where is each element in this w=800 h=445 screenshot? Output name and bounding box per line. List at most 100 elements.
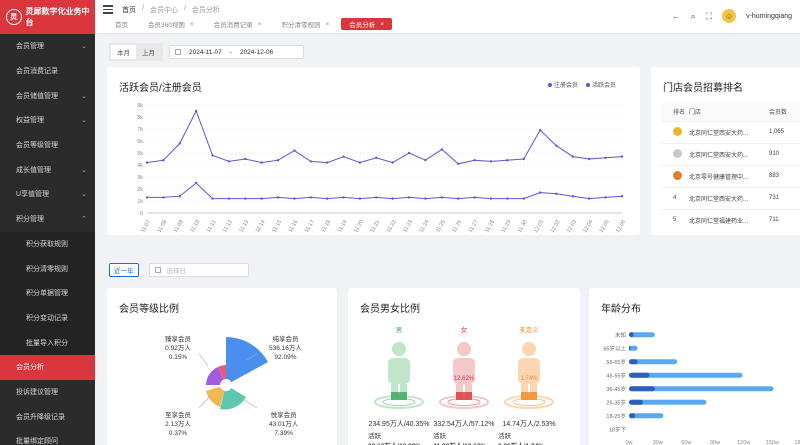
sidebar-item-label: 批量绑定顾问 (16, 438, 58, 445)
data-point (227, 160, 231, 163)
sidebar-item-4[interactable]: 会员等级管理 (0, 133, 95, 158)
gender-col-0: 男 234.95万人/40.35% 活跃32.63万人/13.89% (368, 324, 430, 445)
main-content: 本月 上月 2024-11-07 - 2024-12-06 活跃会员/注册会员 … (95, 34, 800, 445)
sidebar-item-label: 积分单据管理 (26, 290, 68, 298)
data-point (162, 159, 165, 162)
brand-bar[interactable]: 灵 灵犀数字化业务中台 (0, 0, 95, 34)
gender-ratio-card: 会员男女比例 男234.95万人/40.35%活跃32.63万人/13.89%女… (348, 288, 580, 445)
age-x-tick: 180w (794, 440, 800, 445)
sidebar-item-3[interactable]: 权益管理 ⌄ (0, 108, 95, 133)
header-actions: ← ⌕ ⛶ ☺ v-humingqiang (672, 9, 792, 23)
sidebar-item-6[interactable]: U享值管理 ⌄ (0, 182, 95, 207)
gender-col-2: 未定义 1.74% 14.74万人/2.53% 活跃0.26万人/1.74% (498, 324, 560, 445)
tab-1[interactable]: 会员360视图 × (140, 18, 202, 30)
age-x-tick: 90w (710, 440, 720, 445)
x-tick-label: 11.22 (386, 219, 398, 234)
close-icon[interactable]: × (190, 21, 194, 28)
sidebar-item-0[interactable]: 会员管理 ⌄ (0, 34, 95, 59)
sidebar-item-5[interactable]: 成长值管理 ⌄ (0, 157, 95, 182)
breadcrumb-item[interactable]: 会员分析 (192, 5, 220, 15)
data-point (178, 142, 181, 145)
sidebar-item-11[interactable]: 积分变动记录 (0, 305, 95, 331)
gender-total: 14.74万人/2.53% (502, 421, 556, 428)
series-line-0 (146, 109, 623, 165)
this-month-button[interactable]: 本月 (111, 45, 136, 59)
data-point (375, 196, 378, 199)
member-count: 711 (769, 208, 800, 231)
x-tick-label: 12.05 (599, 219, 611, 234)
data-point (506, 159, 509, 162)
breadcrumb-item[interactable]: 首页 (122, 5, 136, 15)
back-icon[interactable]: ← (672, 11, 681, 21)
gender-total: 234.95万人/40.35% (368, 421, 430, 428)
table-row[interactable]: 北京同仁堂西安大药... 910 (661, 142, 800, 165)
date-picker[interactable]: 选择日 (148, 263, 249, 277)
tab-3[interactable]: 积分清零规则 × (273, 18, 338, 30)
gender-col-1: 女 12.62% 332.54万人/57.12% 活跃41.98万人/12.62% (433, 324, 495, 445)
search-icon[interactable]: ⌕ (691, 11, 696, 22)
tab-4[interactable]: 会员分析 × (341, 18, 393, 30)
data-point (588, 157, 591, 161)
data-point (342, 155, 345, 158)
data-point (309, 160, 312, 163)
last-year-button[interactable]: 近一年 (109, 263, 139, 277)
y-tick-label: 4k (137, 163, 143, 169)
col-rank: 排名 (661, 103, 689, 121)
date-start: 2024-11-07 (189, 48, 222, 56)
table-row[interactable]: 5 北京同仁堂福建药业... 711 (661, 208, 800, 231)
person-figure-icon (504, 342, 554, 409)
sidebar-item-2[interactable]: 会员储值管理 ⌄ (0, 83, 95, 108)
active-value: 0.26万人/1.74% (498, 440, 560, 445)
date-range-picker[interactable]: 2024-11-07 - 2024-12-06 (169, 45, 304, 59)
x-tick-label: 11.18 (320, 219, 332, 234)
tab-0[interactable]: 首页 (107, 18, 136, 30)
age-bar-active (629, 372, 650, 378)
sidebar-item-7[interactable]: 积分管理 ⌃ (0, 207, 95, 232)
sidebar-item-13[interactable]: 会员分析 (0, 354, 95, 380)
sidebar-item-label: U享值管理 (16, 191, 50, 199)
sidebar-item-15[interactable]: 会员升降级记录 (0, 404, 95, 429)
breadcrumb-item[interactable]: 会员中心 (150, 5, 178, 15)
age-bar-chart: 未知 65岁以上 56-65岁 46-55岁 36-45岁 26-35岁 18-25岁 18岁… (603, 331, 800, 445)
close-icon[interactable]: × (258, 21, 262, 28)
close-icon[interactable]: × (325, 21, 329, 28)
data-point (489, 160, 493, 163)
calendar-icon (175, 49, 181, 55)
x-tick-label: 11.16 (288, 219, 300, 234)
data-point (309, 196, 312, 199)
username[interactable]: v-humingqiang (746, 13, 792, 20)
sidebar-item-12[interactable]: 批量导入积分 (0, 330, 95, 355)
x-tick-label: 11.09 (173, 219, 185, 234)
data-point (604, 196, 607, 199)
x-tick-label: 11.21 (370, 219, 382, 234)
table-row[interactable]: 北京同仁堂西安大药... 1,065 (661, 120, 800, 143)
table-row[interactable]: 4 北京同仁堂西安大药... 731 (661, 186, 800, 209)
data-point (571, 155, 575, 158)
sidebar-item-8[interactable]: 积分获取规则 (0, 231, 95, 257)
age-x-tick: 60w (681, 440, 691, 445)
sidebar-item-9[interactable]: 积分清零规则 (0, 256, 95, 281)
data-point (227, 197, 231, 200)
tab-label: 会员消费记录 (213, 22, 253, 29)
age-bar-active (629, 359, 638, 365)
data-point (522, 197, 525, 200)
x-tick-label: 12.01 (533, 219, 545, 234)
data-point (178, 195, 181, 198)
breadcrumb: 首页 / 会员中心 / 会员分析 (122, 5, 220, 15)
sidebar-item-16[interactable]: 批量绑定顾问 (0, 429, 95, 445)
data-point (522, 157, 525, 161)
menu-toggle-icon[interactable] (103, 5, 113, 14)
data-point (145, 161, 149, 164)
sidebar-item-14[interactable]: 投诉建议管理 (0, 380, 95, 405)
table-row[interactable]: 北京零号健康管理中... 883 (661, 164, 800, 187)
close-icon[interactable]: × (380, 21, 384, 28)
tab-2[interactable]: 会员消费记录 × (205, 18, 270, 30)
avatar[interactable]: ☺ (722, 9, 737, 23)
last-month-button[interactable]: 上月 (136, 45, 161, 59)
sidebar-item-1[interactable]: 会员消费记录 (0, 59, 95, 84)
store-ranking-card: 门店会员招募排名 排名 门店 会员数 北京同仁堂西安大药... 1,065 北京同仁… (651, 67, 800, 235)
fullscreen-icon[interactable]: ⛶ (706, 11, 712, 22)
sidebar-item-10[interactable]: 积分单据管理 (0, 280, 95, 306)
sidebar-item-label: 投诉建议管理 (16, 388, 58, 396)
data-point (211, 154, 214, 157)
